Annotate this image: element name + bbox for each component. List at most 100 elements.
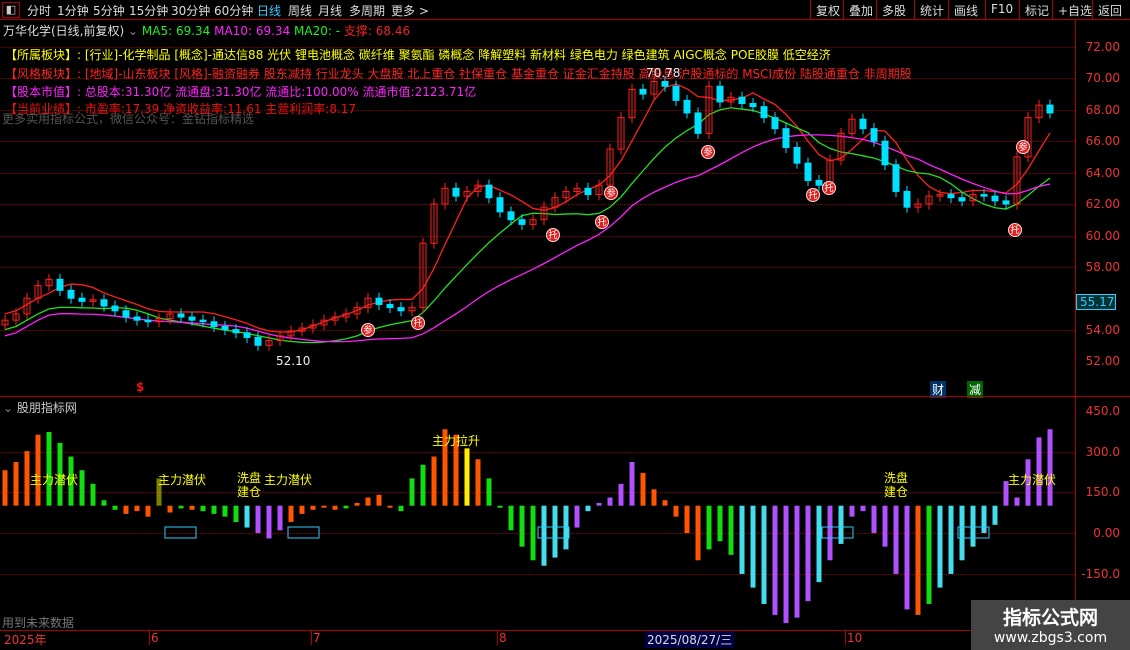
candle-body bbox=[177, 313, 185, 318]
histogram-bar bbox=[519, 505, 525, 547]
tuo-marker-icon: 托 bbox=[1008, 223, 1022, 237]
histogram-bar bbox=[926, 505, 932, 604]
indicator-dropdown-icon[interactable]: ⌄ bbox=[3, 401, 13, 415]
histogram-bar bbox=[332, 505, 338, 510]
panel-divider[interactable] bbox=[0, 396, 1130, 397]
histogram-bar bbox=[541, 505, 547, 566]
candle-body bbox=[859, 118, 867, 130]
candle-body bbox=[639, 88, 647, 95]
indicator-tick: 150.0 bbox=[1085, 485, 1120, 499]
candle-body bbox=[892, 164, 900, 192]
candle-body bbox=[947, 194, 955, 199]
histogram-bar bbox=[431, 456, 437, 506]
histogram-bar bbox=[860, 505, 866, 512]
time-label: 2025年 bbox=[4, 633, 47, 647]
histogram-bar bbox=[970, 505, 976, 547]
histogram-bar bbox=[277, 505, 283, 531]
histogram-bar bbox=[904, 505, 910, 610]
histogram-bar bbox=[387, 505, 393, 508]
candle-body bbox=[210, 321, 218, 327]
histogram-bar bbox=[959, 505, 965, 561]
histogram-bar bbox=[321, 505, 327, 508]
histogram-bar bbox=[101, 500, 107, 506]
indicator-tick: -150.0 bbox=[1081, 567, 1120, 581]
histogram-bar bbox=[794, 505, 800, 618]
histogram-bar bbox=[299, 505, 305, 514]
indicator-title: ⌄ 股朋指标网 bbox=[3, 399, 77, 416]
histogram-bar bbox=[398, 505, 404, 512]
histogram-bar bbox=[343, 505, 349, 509]
candle-body bbox=[749, 103, 757, 108]
histogram-bar bbox=[134, 505, 140, 512]
signal-box bbox=[164, 526, 197, 539]
indicator-tick: 0.00 bbox=[1093, 526, 1120, 540]
histogram-bar bbox=[200, 505, 206, 512]
candle-body bbox=[67, 289, 75, 299]
histogram-bar bbox=[607, 497, 613, 506]
histogram-bar bbox=[24, 451, 30, 506]
histogram-bar bbox=[915, 505, 921, 615]
can-marker-icon: 参 bbox=[701, 145, 715, 159]
price-tick: 72.00 bbox=[1085, 40, 1120, 54]
cap-info: 【股本市值】: 总股本:31.30亿 流通盘:31.30亿 流通比:100.00… bbox=[5, 85, 477, 99]
time-label: 8 bbox=[497, 631, 507, 645]
histogram-bar bbox=[750, 505, 756, 588]
indicator-name: 股朋指标网 bbox=[16, 401, 77, 415]
histogram-bar bbox=[563, 505, 569, 550]
price-tick: 66.00 bbox=[1085, 134, 1120, 148]
histogram-bar bbox=[596, 502, 602, 506]
histogram-bar bbox=[288, 505, 294, 523]
histogram-bar bbox=[1047, 429, 1053, 506]
histogram-bar bbox=[761, 505, 767, 604]
histogram-bar bbox=[981, 505, 987, 533]
candle-body bbox=[386, 303, 394, 309]
annotation-label: 主力潜伏 bbox=[1008, 473, 1057, 487]
candle-body bbox=[716, 85, 724, 103]
promo-text: 更多实用指标公式，微信公众号：金钻指标精选 bbox=[2, 112, 255, 126]
watermark: 指标公式网 www.zbgs3.com bbox=[971, 600, 1130, 650]
can-marker-icon: 参 bbox=[361, 323, 375, 337]
histogram-bar bbox=[695, 505, 701, 561]
watermark-url: www.zbgs3.com bbox=[993, 630, 1108, 646]
candle-body bbox=[452, 187, 460, 197]
candle-body bbox=[100, 299, 108, 307]
histogram-bar bbox=[728, 505, 734, 555]
candle-body bbox=[881, 140, 889, 166]
histogram-bar bbox=[244, 505, 250, 528]
candle-body bbox=[144, 319, 152, 323]
candle-body bbox=[188, 316, 196, 321]
histogram-bar bbox=[46, 431, 52, 506]
histogram-bar bbox=[948, 505, 954, 574]
histogram-bar bbox=[365, 497, 371, 506]
candle-body bbox=[782, 128, 790, 148]
histogram-bar bbox=[145, 505, 151, 517]
candle-body bbox=[199, 319, 207, 323]
histogram-bar bbox=[992, 505, 998, 525]
candle-body bbox=[661, 81, 669, 87]
histogram-bar bbox=[475, 459, 481, 506]
histogram-bar bbox=[640, 472, 646, 506]
signal-box bbox=[287, 526, 320, 539]
candle-body bbox=[694, 112, 702, 134]
candle-body bbox=[672, 85, 680, 101]
annotation-label: 主力潜伏 bbox=[158, 473, 207, 487]
histogram-bar bbox=[629, 462, 635, 506]
candle-body bbox=[397, 307, 405, 312]
histogram-bar bbox=[266, 505, 272, 539]
tuo-marker-icon: 托 bbox=[822, 181, 836, 195]
candle-body bbox=[254, 336, 262, 346]
histogram-bar bbox=[772, 505, 778, 615]
price-tick: 54.00 bbox=[1085, 323, 1120, 337]
histogram-bar bbox=[167, 505, 173, 513]
histogram-bar bbox=[585, 505, 591, 512]
price-tick: 70.00 bbox=[1085, 71, 1120, 85]
histogram-bar bbox=[486, 478, 492, 506]
candle-body bbox=[496, 197, 504, 213]
candle-body bbox=[133, 316, 141, 321]
candle-body bbox=[870, 128, 878, 142]
histogram-bar bbox=[871, 505, 877, 533]
candle-body bbox=[738, 96, 746, 105]
style-info: 【风格板块】: [地域]-山东板块 [风格]-融资融券 股东减持 行业龙头 大盘… bbox=[5, 67, 912, 81]
candle-body bbox=[1046, 104, 1054, 114]
back-button[interactable]: 返回 bbox=[1092, 0, 1127, 20]
